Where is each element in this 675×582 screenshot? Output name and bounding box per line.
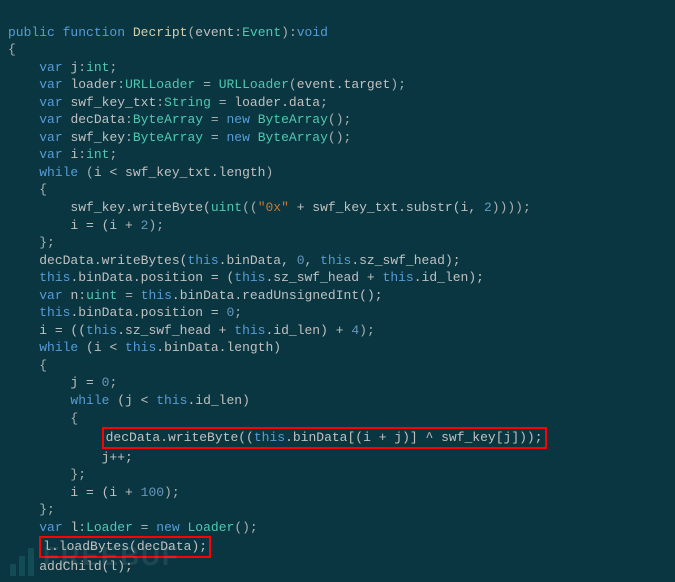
line-21: j = 0; [70,375,117,390]
line-6: var decData:ByteArray = new ByteArray(); [39,112,351,127]
line-17: this.binData.position = 0; [39,305,242,320]
line-30-highlighted: l.loadBytes(decData); [39,539,211,554]
line-16: var n:uint = this.binData.readUnsignedIn… [39,288,382,303]
line-24-highlighted: decData.writeByte((this.binData[(i + j)]… [102,430,547,445]
line-2: { [8,42,16,57]
line-5: var swf_key_txt:String = loader.data; [39,95,328,110]
line-22: while (j < this.id_len) [70,393,249,408]
line-26: }; [70,467,86,482]
code-block: public function Decript(event:Event):voi… [0,0,675,582]
line-12: i = (i + 2); [70,218,164,233]
line-13: }; [39,235,55,250]
line-9: while (i < swf_key_txt.length) [39,165,273,180]
line-11: swf_key.writeByte(uint(("0x" + swf_key_t… [70,200,530,215]
line-10: { [39,182,47,197]
line-1: public function Decript(event:Event):voi… [8,25,328,40]
line-8: var i:int; [39,147,117,162]
line-23: { [70,411,78,426]
line-20: { [39,358,47,373]
line-29: var l:Loader = new Loader(); [39,520,258,535]
line-28: }; [39,502,55,517]
line-4: var loader:URLLoader = URLLoader(event.t… [39,77,406,92]
line-15: this.binData.position = (this.sz_swf_hea… [39,270,484,285]
line-25: j++; [102,450,133,465]
line-7: var swf_key:ByteArray = new ByteArray(); [39,130,351,145]
line-31: addChild(l); [39,559,133,574]
line-19: while (i < this.binData.length) [39,340,281,355]
line-18: i = ((this.sz_swf_head + this.id_len) + … [39,323,375,338]
line-3: var j:int; [39,60,117,75]
line-27: i = (i + 100); [70,485,179,500]
line-14: decData.writeBytes(this.binData, 0, this… [39,253,460,268]
